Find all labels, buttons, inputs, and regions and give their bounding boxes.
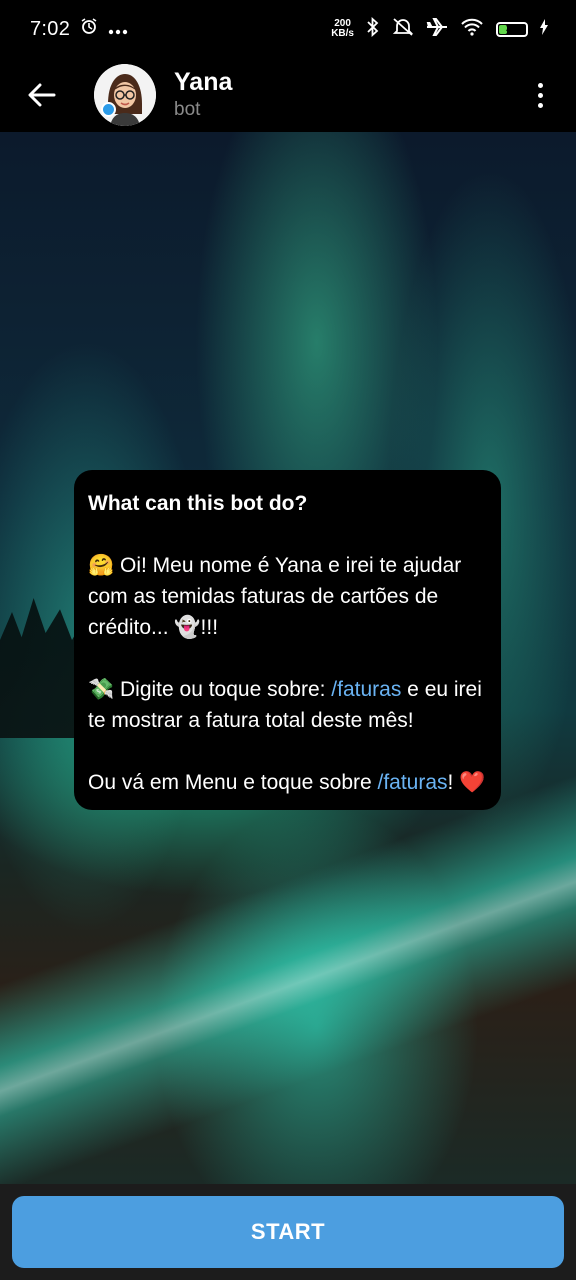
avatar-illustration: [94, 64, 156, 126]
start-button[interactable]: START: [12, 1196, 564, 1268]
bot-description-card: What can this bot do? 🤗 Oi! Meu nome é Y…: [74, 470, 501, 810]
back-button[interactable]: [20, 73, 64, 117]
charging-icon: [540, 18, 548, 40]
more-vertical-icon-dot: [537, 92, 543, 98]
telegram-bot-chat-screen: 7:02 200 KB/s 30 Yana bot What can this …: [0, 0, 576, 1280]
network-speed-unit: KB/s: [331, 28, 354, 39]
paragraph-3-end: !: [447, 771, 460, 794]
more-notifications-icon: [108, 18, 128, 41]
airplane-icon: [426, 17, 448, 42]
network-speed: 200 KB/s: [331, 19, 354, 39]
paragraph-3-text: Ou vá em Menu e toque sobre: [88, 771, 378, 794]
chat-title-block[interactable]: Yana bot: [174, 67, 232, 123]
chat-header: Yana bot: [0, 58, 576, 132]
paragraph-1-text: Oi! Meu nome é Yana e irei te ajudar com…: [88, 554, 462, 639]
money-wings-emoji-icon: 💸: [88, 677, 115, 701]
bottom-bar: START: [0, 1184, 576, 1280]
more-vertical-icon-dot: [537, 82, 543, 88]
red-heart-emoji-icon: ❤️: [459, 770, 486, 794]
mute-icon: [392, 17, 414, 42]
wifi-icon: [460, 18, 484, 41]
bot-badge-icon: [101, 102, 116, 117]
bot-avatar[interactable]: [94, 64, 156, 126]
bot-description-paragraph-1: 🤗 Oi! Meu nome é Yana e irei te ajudar c…: [88, 550, 487, 643]
ghost-emoji-icon: 👻: [174, 615, 201, 639]
bluetooth-icon: [366, 16, 380, 42]
status-bar: 7:02 200 KB/s 30: [0, 0, 576, 58]
bot-description-paragraph-3: Ou vá em Menu e toque sobre /faturas! ❤️: [88, 767, 487, 798]
paragraph-2-text: Digite ou toque sobre:: [114, 678, 332, 701]
more-options-button[interactable]: [524, 73, 556, 117]
status-left: 7:02: [30, 17, 128, 41]
bot-description-title: What can this bot do?: [88, 492, 308, 515]
paragraph-1-end: !!!: [200, 616, 219, 639]
chat-subtitle: bot: [174, 99, 201, 120]
alarm-icon: [80, 17, 98, 41]
status-time: 7:02: [30, 17, 71, 40]
more-vertical-icon-dot: [537, 102, 543, 108]
faturas-command-link[interactable]: /faturas: [331, 678, 401, 701]
battery-icon: 30: [496, 21, 528, 37]
status-right: 200 KB/s 30: [331, 16, 548, 42]
chat-title: Yana: [174, 68, 233, 96]
battery-level: 30: [505, 23, 519, 35]
bot-description-paragraph-2: 💸 Digite ou toque sobre: /faturas e eu i…: [88, 674, 487, 736]
arrow-left-icon: [28, 83, 56, 107]
hugging-face-emoji-icon: 🤗: [88, 553, 115, 577]
faturas-command-link-2[interactable]: /faturas: [378, 771, 448, 794]
